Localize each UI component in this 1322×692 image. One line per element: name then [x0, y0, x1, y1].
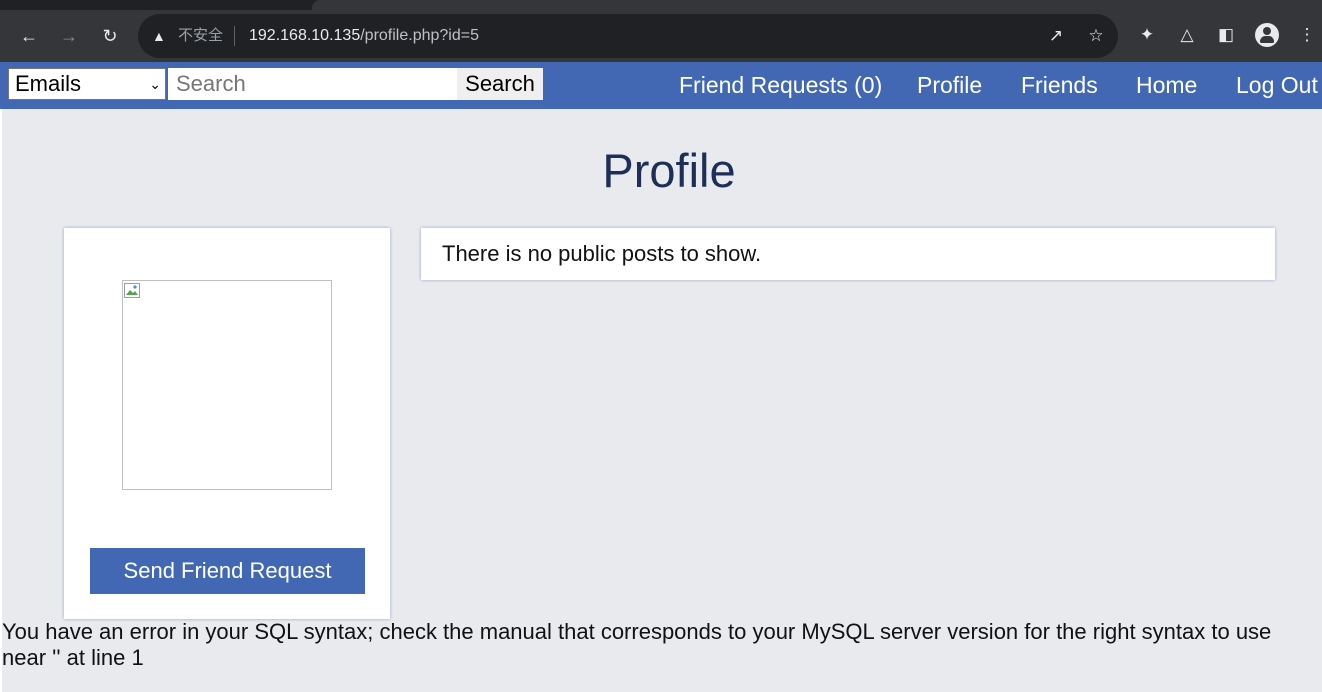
browser-toolbar: ← → ↻ ▲ 不安全 192.168.10.135/profile.php?i…	[0, 0, 1322, 62]
side-panel-icon[interactable]: ◧	[1213, 22, 1239, 48]
back-icon[interactable]: ←	[15, 22, 43, 50]
profile-picture	[122, 280, 332, 490]
tab-strip	[0, 0, 1322, 10]
forward-icon[interactable]: →	[55, 22, 83, 50]
reload-icon[interactable]: ↻	[96, 22, 124, 50]
menu-kebab-icon[interactable]: ⋮	[1294, 22, 1320, 48]
search-button[interactable]: Search	[457, 68, 543, 100]
search-type-select[interactable]: Emails ⌄	[8, 68, 166, 100]
nav-friend-requests[interactable]: Friend Requests (0)	[679, 70, 882, 100]
send-friend-request-button[interactable]: Send Friend Request	[90, 548, 365, 594]
bookmark-star-icon[interactable]: ☆	[1084, 24, 1108, 48]
omnibox-separator	[234, 26, 235, 46]
insecure-label[interactable]: 不安全	[178, 26, 223, 46]
broken-image-icon	[124, 283, 140, 298]
url-host: 192.168.10.135	[249, 27, 361, 44]
search-input[interactable]: Search	[168, 68, 457, 100]
page-title: Profile	[602, 144, 736, 197]
url-text[interactable]: 192.168.10.135/profile.php?id=5	[249, 26, 479, 46]
active-tab[interactable]	[312, 0, 1322, 10]
no-posts-message: There is no public posts to show.	[442, 241, 762, 266]
url-path: /profile.php?id=5	[360, 27, 479, 44]
nav-logout[interactable]: Log Out	[1236, 70, 1318, 100]
sql-error-message: You have an error in your SQL syntax; ch…	[2, 619, 1272, 670]
address-bar[interactable]: ▲ 不安全 192.168.10.135/profile.php?id=5 ↗ …	[138, 14, 1118, 58]
chevron-down-icon: ⌄	[149, 76, 161, 92]
share-icon[interactable]: ↗	[1044, 24, 1068, 48]
profile-avatar-icon[interactable]	[1255, 23, 1279, 47]
labs-flask-icon[interactable]: △	[1174, 22, 1200, 48]
nav-home[interactable]: Home	[1136, 70, 1197, 100]
extensions-icon[interactable]: ✦	[1134, 22, 1160, 48]
nav-friends[interactable]: Friends	[1021, 70, 1098, 100]
warning-icon[interactable]: ▲	[152, 26, 166, 44]
nav-profile[interactable]: Profile	[917, 70, 982, 100]
search-type-value: Emails	[15, 71, 82, 96]
